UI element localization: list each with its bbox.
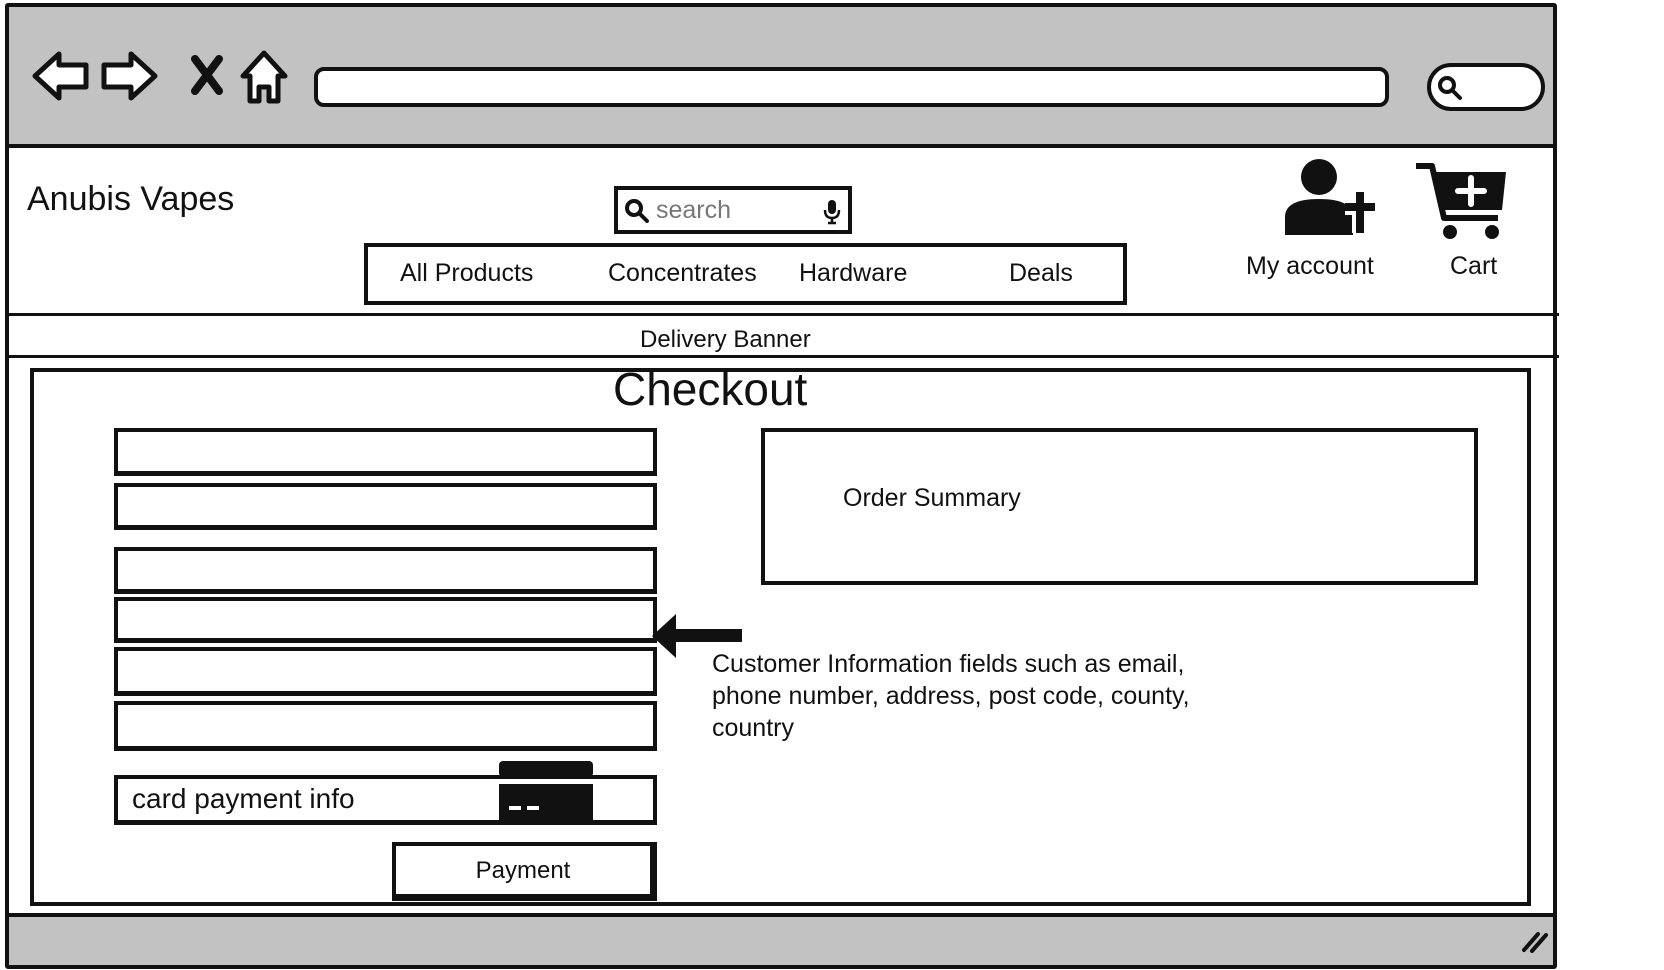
address-bar[interactable] <box>314 67 1389 107</box>
browser-search-box[interactable] <box>1427 63 1545 111</box>
nav-all-products[interactable]: All Products <box>400 259 533 288</box>
nav-concentrates[interactable]: Concentrates <box>608 259 757 288</box>
order-summary-box: Order Summary <box>761 428 1478 585</box>
cart-link[interactable]: Cart <box>1450 252 1497 281</box>
nav-hardware[interactable]: Hardware <box>799 259 907 288</box>
payment-button[interactable]: Payment <box>392 842 657 901</box>
delivery-banner: Delivery Banner <box>640 326 811 353</box>
category-nav: All Products Concentrates Hardware Deals <box>364 243 1127 305</box>
search-icon <box>625 199 649 223</box>
back-arrow-icon[interactable] <box>31 49 91 103</box>
nav-deals[interactable]: Deals <box>1009 259 1073 288</box>
card-payment-label: card payment info <box>132 783 355 814</box>
my-account-link[interactable]: My account <box>1246 252 1374 281</box>
customer-field-3[interactable] <box>114 547 657 594</box>
add-user-icon[interactable] <box>1283 157 1383 237</box>
customer-field-1[interactable] <box>114 428 657 476</box>
cart-add-icon[interactable] <box>1414 160 1510 244</box>
forward-arrow-icon[interactable] <box>99 49 159 103</box>
status-bar <box>9 913 1553 965</box>
credit-card-icon <box>499 761 593 824</box>
page-title: Checkout <box>613 363 808 415</box>
order-summary-label: Order Summary <box>843 484 1021 512</box>
customer-info-annotation: Customer Information fields such as emai… <box>712 650 1190 742</box>
customer-field-4[interactable] <box>114 597 657 643</box>
banner-divider <box>9 355 1559 358</box>
stop-icon[interactable] <box>189 55 225 95</box>
microphone-icon[interactable] <box>822 198 842 226</box>
site-logo[interactable]: Anubis Vapes <box>27 180 234 219</box>
customer-field-5[interactable] <box>114 647 657 696</box>
customer-field-2[interactable] <box>114 483 657 530</box>
search-icon <box>1438 76 1462 100</box>
home-icon[interactable] <box>239 49 289 105</box>
browser-toolbar <box>9 7 1553 148</box>
customer-field-6[interactable] <box>114 701 657 751</box>
resize-grip-icon[interactable] <box>1521 929 1549 953</box>
search-input[interactable]: search <box>656 196 731 225</box>
site-search[interactable]: search <box>614 186 852 234</box>
header-divider <box>9 313 1559 316</box>
